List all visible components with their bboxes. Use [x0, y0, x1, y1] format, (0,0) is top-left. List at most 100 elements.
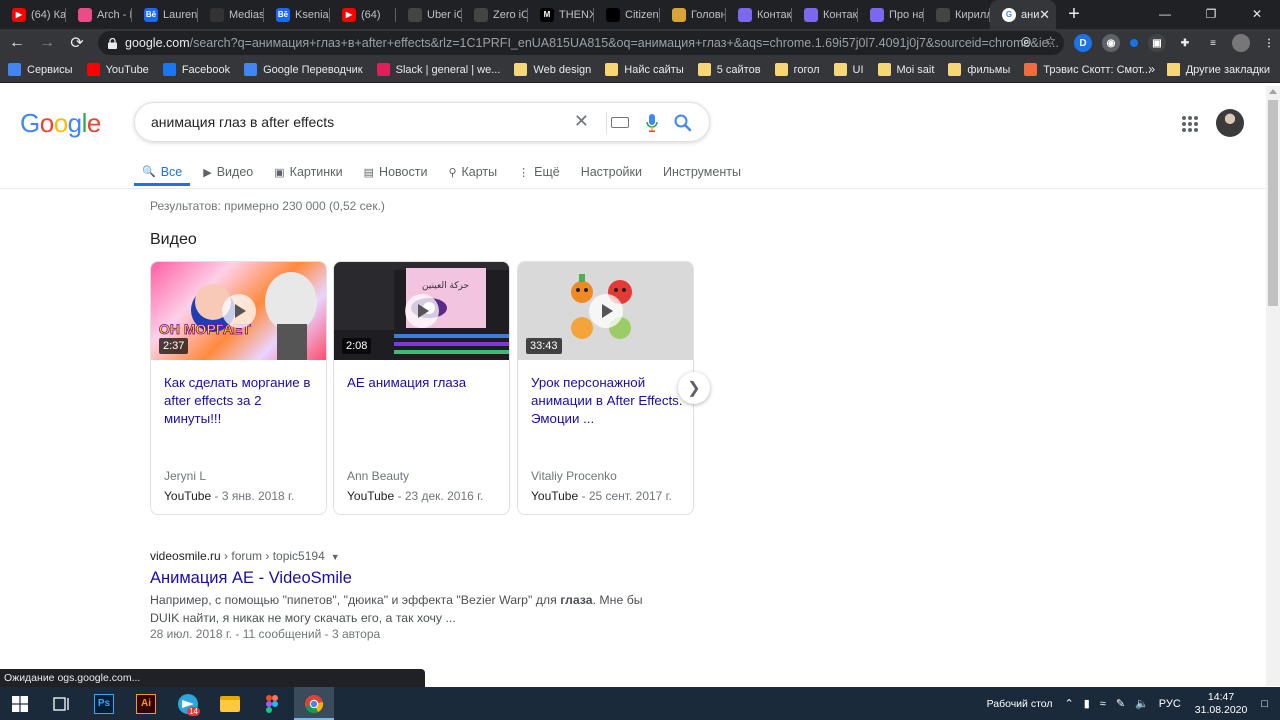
browser-tab[interactable]: Контак [792, 0, 858, 29]
battery-icon[interactable]: ▮ [1084, 697, 1090, 710]
forward-button[interactable]: → [34, 30, 60, 56]
menu-kebab-icon[interactable]: ⋮ [1260, 34, 1278, 52]
browser-tab[interactable]: Mediasp [198, 0, 264, 29]
tab-tools[interactable]: Инструменты [663, 160, 741, 186]
tab-images[interactable]: ▣ Картинки [274, 160, 342, 186]
play-icon[interactable] [588, 294, 623, 328]
bookmark-item[interactable]: Web design [514, 63, 591, 76]
tab-maps[interactable]: ⚲ Карты [448, 160, 497, 186]
browser-tab[interactable]: Bē Laurent [132, 0, 198, 29]
volume-icon[interactable]: 🔈 [1135, 697, 1149, 710]
other-bookmarks[interactable]: Другие закладки [1166, 63, 1270, 76]
maximize-button[interactable]: ❐ [1188, 0, 1234, 28]
taskbar-figma[interactable] [252, 687, 292, 720]
carousel-next-button[interactable]: ❯ [678, 372, 710, 404]
clear-icon[interactable]: ✕ [574, 111, 589, 132]
wifi-icon[interactable]: ≈ [1100, 698, 1106, 710]
location-icon[interactable]: ◎ [1021, 34, 1031, 48]
bookmark-item[interactable]: Moi sait [877, 63, 934, 76]
account-avatar[interactable] [1216, 109, 1244, 137]
address-bar[interactable]: google.com/search?q=анимация+глаз+в+afte… [98, 31, 1064, 55]
browser-tab[interactable]: Citizen [594, 0, 660, 29]
browser-tab[interactable]: ▶ (64) Ка [0, 0, 66, 29]
chevron-up-icon[interactable]: ⌃ [1065, 697, 1074, 710]
bookmark-item[interactable]: Slack | general | we... [376, 63, 500, 76]
caret-down-icon[interactable]: ▼ [331, 552, 340, 562]
bookmark-item[interactable]: Google Переводчик [244, 63, 363, 76]
video-card[interactable]: 33:43 Урок персонажной анимации в After … [517, 261, 694, 515]
taskbar-file-explorer[interactable] [210, 687, 250, 720]
extension-dot-icon[interactable] [1130, 39, 1138, 47]
pen-icon[interactable]: ✎ [1116, 697, 1125, 710]
browser-tab[interactable]: Контак [726, 0, 792, 29]
bookmark-item[interactable]: UI [833, 63, 864, 76]
bookmarks-overflow-icon[interactable]: » [1148, 62, 1155, 76]
video-card[interactable]: ОН МОРГАЕТ 2:37 Как сделать моргание в a… [150, 261, 327, 515]
new-tab-button[interactable]: + [1060, 0, 1088, 28]
search-icon[interactable] [673, 113, 693, 133]
mic-icon[interactable] [645, 113, 659, 133]
desktop-toolbar-label[interactable]: Рабочий стол [987, 698, 1053, 710]
video-thumbnail[interactable]: حركة العينين 2:08 [334, 262, 509, 360]
keyboard-icon[interactable] [611, 117, 629, 128]
scrollbar-thumb[interactable] [1268, 100, 1278, 306]
taskbar-photoshop[interactable]: Ps [84, 687, 124, 720]
taskbar-telegram[interactable]: 14 [168, 687, 208, 720]
page-scrollbar[interactable] [1266, 86, 1280, 686]
notifications-icon[interactable]: □ [1261, 698, 1268, 710]
reload-button[interactable]: ⟳ [64, 30, 90, 56]
extension-page-icon[interactable]: ▣ [1148, 34, 1166, 52]
result-url[interactable]: videosmile.ru › forum › topic5194 ▼ [150, 549, 340, 563]
video-title[interactable]: AE анимация глаза [347, 374, 499, 392]
browser-tab[interactable]: Про на [858, 0, 924, 29]
tab-video[interactable]: ▶ Видео [203, 160, 253, 186]
tab-news[interactable]: ▤ Новости [364, 160, 428, 186]
search-box[interactable]: анимация глаз в after effects ✕ [134, 102, 710, 142]
language-indicator[interactable]: РУС [1159, 698, 1181, 710]
back-button[interactable]: ← [4, 30, 30, 56]
extension-d-icon[interactable]: D [1074, 34, 1092, 52]
media-control-icon[interactable]: ≡ [1204, 34, 1222, 52]
taskbar-illustrator[interactable]: Ai [126, 687, 166, 720]
bookmark-item[interactable]: Facebook [162, 63, 230, 76]
video-thumbnail[interactable]: ОН МОРГАЕТ 2:37 [151, 262, 326, 360]
browser-tab[interactable]: Arch - I [66, 0, 132, 29]
bookmark-item[interactable]: Трэвис Скотт: Смот... [1024, 63, 1151, 76]
tab-settings[interactable]: Настройки [581, 160, 642, 186]
browser-tab[interactable]: Головн [660, 0, 726, 29]
taskbar-chrome[interactable] [294, 687, 334, 720]
browser-tab[interactable]: ▶ (64) [330, 0, 396, 29]
bookmark-item[interactable]: Сервисы [8, 63, 73, 76]
clock[interactable]: 14:47 31.08.2020 [1195, 691, 1248, 717]
apps-grid-icon[interactable] [1182, 116, 1198, 132]
extension-globe-icon[interactable]: ◉ [1102, 34, 1120, 52]
browser-tab[interactable]: Bē Ksenia I [264, 0, 330, 29]
bookmark-item[interactable]: YouTube [86, 63, 149, 76]
scroll-up-icon[interactable] [1269, 89, 1277, 94]
browser-tab[interactable]: Uber iO [396, 0, 462, 29]
video-card[interactable]: حركة العينين 2:08 AE анимация глаза Ann … [333, 261, 510, 515]
result-title[interactable]: Анимация AE - VideoSmile [150, 569, 352, 588]
video-thumbnail[interactable]: 33:43 [518, 262, 693, 360]
video-title[interactable]: Как сделать моргание в after effects за … [164, 374, 316, 428]
bookmark-item[interactable]: Найс сайты [605, 63, 684, 76]
task-view-button[interactable] [42, 687, 82, 720]
bookmark-item[interactable]: фильмы [948, 63, 1010, 76]
browser-tab[interactable]: Zero iO [462, 0, 528, 29]
search-query[interactable]: анимация глаз в after effects [151, 114, 334, 130]
browser-tab[interactable]: M THENX [528, 0, 594, 29]
minimize-button[interactable]: — [1142, 0, 1188, 28]
tab-all[interactable]: 🔍 Все [134, 160, 191, 186]
extensions-puzzle-icon[interactable]: ✚ [1176, 34, 1194, 52]
browser-tab[interactable]: Gани ✕ [990, 0, 1056, 29]
close-window-button[interactable]: ✕ [1234, 0, 1280, 28]
bookmark-star-icon[interactable]: ☆ [1045, 34, 1056, 48]
close-tab-icon[interactable]: ✕ [1039, 7, 1050, 23]
google-logo[interactable]: Google [20, 108, 101, 139]
profile-avatar-icon[interactable] [1232, 34, 1250, 52]
play-icon[interactable] [404, 294, 439, 328]
tab-more[interactable]: ⋮ Ещё [518, 160, 560, 186]
play-icon[interactable] [221, 294, 256, 328]
video-title[interactable]: Урок персонажной анимации в After Effect… [531, 374, 683, 428]
start-button[interactable] [0, 687, 40, 720]
